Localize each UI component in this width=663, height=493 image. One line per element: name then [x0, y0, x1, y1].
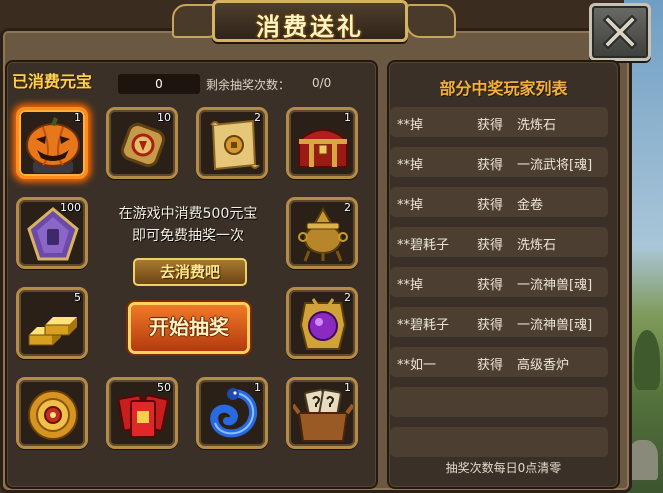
close-x-icon	[602, 14, 638, 50]
tree	[634, 330, 660, 390]
item-count: 10	[157, 111, 171, 124]
winners-list-title: 部分中奖玩家列表	[439, 79, 568, 98]
scroll-icon	[210, 119, 260, 171]
pumpkin-icon	[26, 117, 80, 173]
close-button[interactable]	[589, 3, 651, 61]
winner-player: **碧耗子	[397, 318, 450, 333]
banner-ornament-right	[406, 4, 456, 38]
winner-player: **掉	[397, 198, 424, 213]
winner-player: **掉	[397, 158, 424, 173]
prize-slot-blue-dragon[interactable]: 1	[196, 377, 268, 449]
item-count: 1	[254, 381, 261, 394]
go-spend-button[interactable]: 去消费吧	[133, 258, 247, 286]
prize-slot-red-envelopes[interactable]: 50	[106, 377, 178, 449]
item-count: 2	[344, 291, 351, 304]
winner-action: 获得	[477, 358, 504, 373]
incense-burner-icon	[298, 206, 348, 262]
prize-slot-gold-medallion[interactable]	[16, 377, 88, 449]
prize-slot-mystery-box[interactable]: 1	[286, 377, 358, 449]
winner-action: 获得	[477, 278, 504, 293]
winner-row: **掉 获得 洗炼石	[390, 107, 608, 137]
promo-line-2: 即可免费抽奖一次	[132, 228, 244, 244]
item-count: 2	[254, 111, 261, 124]
winner-prize: 高级香炉	[517, 358, 570, 373]
winner-player: **掉	[397, 278, 424, 293]
winner-prize: 金卷	[517, 198, 544, 213]
winner-row: **碧耗子 获得 洗炼石	[390, 227, 608, 257]
prize-slot-purple-amulet[interactable]: 2	[286, 287, 358, 359]
winner-player: **掉	[397, 118, 424, 133]
winner-prize: 一流武将[魂]	[517, 158, 593, 173]
winner-action: 获得	[477, 318, 504, 333]
prize-slot-scroll[interactable]: 2	[196, 107, 268, 179]
winner-action: 获得	[477, 158, 504, 173]
draw-reset-note: 抽奖次数每日0点清零	[445, 461, 562, 475]
winner-prize: 一流神兽[魂]	[517, 278, 593, 293]
prize-slot-pumpkin[interactable]: 1	[16, 107, 88, 179]
winner-player: **碧耗子	[397, 238, 450, 253]
winner-row: **碧耗子 获得 一流神兽[魂]	[390, 307, 608, 337]
mystery-box-icon	[293, 388, 353, 442]
winner-row: **掉 获得 一流武将[魂]	[390, 147, 608, 177]
item-count: 2	[344, 201, 351, 214]
winner-action: 获得	[477, 198, 504, 213]
remaining-value: 0/0	[312, 76, 332, 90]
winner-row: **掉 获得 金卷	[390, 187, 608, 217]
blue-dragon-icon	[210, 388, 258, 438]
item-count: 100	[60, 201, 81, 214]
gold-medallion-icon	[28, 390, 78, 440]
item-count: 1	[344, 381, 351, 394]
item-count: 1	[74, 111, 81, 124]
winner-row: **掉 获得 一流神兽[魂]	[390, 267, 608, 297]
winner-row-empty	[390, 387, 608, 417]
prize-slot-incense-burner[interactable]: 2	[286, 197, 358, 269]
rock	[628, 440, 658, 480]
start-draw-button[interactable]: 开始抽奖	[128, 302, 250, 354]
title-banner: 消费送礼	[212, 0, 408, 42]
winner-row: **如一 获得 高级香炉	[390, 347, 608, 377]
winner-action: 获得	[477, 238, 504, 253]
spent-label: 已消费元宝	[12, 72, 93, 91]
winner-prize: 洗炼石	[517, 118, 557, 133]
gold-bars-icon	[28, 317, 77, 346]
prize-slot-gold-bars[interactable]: 5	[16, 287, 88, 359]
promo-line-1: 在游戏中消费500元宝	[118, 206, 258, 222]
winner-player: **如一	[397, 358, 437, 373]
item-count: 5	[74, 291, 81, 304]
treasure-chest-icon	[296, 129, 350, 168]
winner-prize: 洗炼石	[517, 238, 557, 253]
token-icon	[120, 122, 166, 168]
red-envelopes-icon	[117, 394, 169, 438]
prize-slot-token[interactable]: 10	[106, 107, 178, 179]
spent-value: 0	[118, 74, 200, 94]
dialog-title: 消费送礼	[256, 13, 364, 41]
prize-slot-chest[interactable]: 1	[286, 107, 358, 179]
item-count: 50	[157, 381, 171, 394]
purple-badge-icon	[27, 207, 79, 261]
remaining-label: 剩余抽奖次数：	[206, 78, 291, 92]
winner-action: 获得	[477, 118, 504, 133]
item-count: 1	[344, 111, 351, 124]
winner-prize: 一流神兽[魂]	[517, 318, 593, 333]
purple-amulet-icon	[299, 298, 347, 350]
prize-slot-purple-badge[interactable]: 100	[16, 197, 88, 269]
winner-row-empty	[390, 427, 608, 457]
